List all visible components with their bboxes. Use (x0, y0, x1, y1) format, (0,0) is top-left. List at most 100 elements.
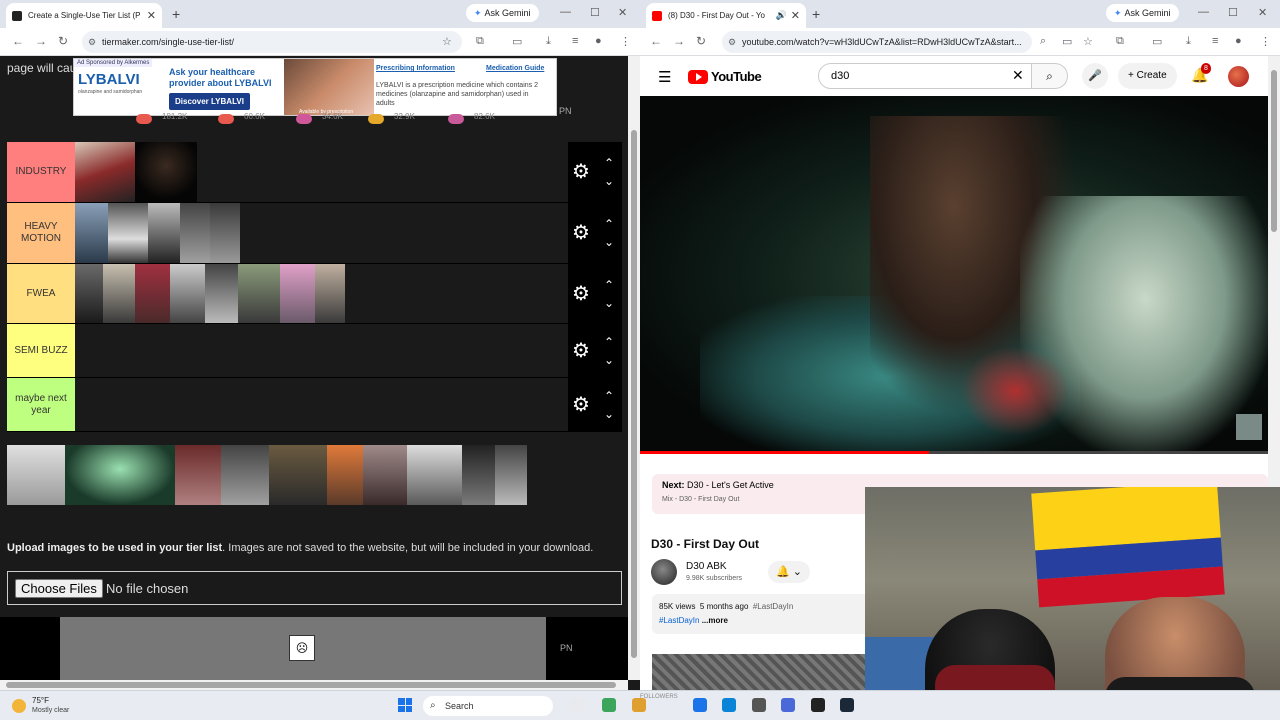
menu-kebab-icon[interactable]: ⋮ (1260, 35, 1271, 48)
tier-settings-gear-icon[interactable]: ⚙ (572, 340, 590, 362)
taskbar-app-icon[interactable] (570, 698, 584, 712)
bookmark-star-icon[interactable]: ☆ (442, 35, 452, 48)
tier-label[interactable]: HEAVY MOTION (7, 203, 75, 263)
channel-watermark[interactable] (1236, 414, 1262, 440)
minimize-icon[interactable]: — (1198, 6, 1209, 18)
clear-search-icon[interactable]: ✕ (1012, 67, 1024, 84)
google-lens-icon[interactable]: ⌕ (1040, 35, 1046, 48)
extensions-icon[interactable]: ⧉ (1116, 35, 1124, 48)
taskbar-search-box[interactable]: ⌕ Search (423, 696, 553, 716)
tier-items[interactable] (75, 264, 568, 323)
choose-files-button[interactable]: Choose Files (15, 579, 103, 598)
move-tier-down-icon[interactable]: ⌄ (604, 174, 614, 188)
youtube-logo[interactable]: YouTube (688, 69, 762, 84)
pool-item-image[interactable] (175, 445, 221, 505)
address-bar[interactable]: ⚙ youtube.com/watch?v=wH3ldUCwTzA&list=R… (722, 31, 1032, 53)
create-button[interactable]: + Create (1118, 63, 1177, 89)
new-tab-icon[interactable]: + (172, 6, 180, 22)
prescribing-info-link[interactable]: Prescribing Information (376, 65, 455, 72)
pool-item-image[interactable] (327, 445, 363, 505)
file-explorer-icon[interactable] (632, 698, 646, 712)
tier-item-image[interactable] (75, 264, 103, 323)
tier-item-image[interactable] (135, 142, 197, 202)
close-window-icon[interactable]: ✕ (1258, 6, 1267, 19)
address-bar[interactable]: ⚙ tiermaker.com/single-use-tier-list/ (82, 31, 462, 53)
tab-search-icon[interactable]: ▭ (512, 35, 522, 48)
close-tab-icon[interactable]: ✕ (147, 9, 156, 22)
related-video-thumbnail[interactable] (652, 654, 872, 690)
pool-item-image[interactable] (407, 445, 462, 505)
steam-app-icon[interactable] (840, 698, 854, 712)
reaction-emoji-icon[interactable] (218, 114, 234, 124)
advertisement-banner[interactable]: Ad Sponsored by Alkermes LYBALVI olanzap… (73, 58, 557, 116)
tier-item-image[interactable] (103, 264, 135, 323)
tier-items[interactable] (75, 203, 568, 263)
tier-item-image[interactable] (170, 264, 205, 323)
tier-settings-gear-icon[interactable]: ⚙ (572, 283, 590, 305)
tier-settings-gear-icon[interactable]: ⚙ (572, 222, 590, 244)
move-tier-up-icon[interactable]: ⌃ (604, 217, 614, 231)
site-info-icon[interactable]: ⚙ (88, 31, 96, 53)
site-info-icon[interactable]: ⚙ (728, 31, 736, 53)
pool-item-image[interactable] (65, 445, 175, 505)
tab-tiermaker[interactable]: Create a Single-Use Tier List (P ✕ (6, 3, 162, 28)
forward-icon[interactable]: → (673, 34, 685, 48)
reaction-emoji-icon[interactable] (136, 114, 152, 124)
video-description[interactable]: 85K views 5 months ago #LastDayIn #LastD… (652, 594, 882, 634)
tier-item-image[interactable] (75, 142, 135, 202)
channel-name[interactable]: D30 ABK (686, 561, 727, 572)
back-icon[interactable]: ← (650, 34, 662, 48)
tier-items[interactable] (75, 142, 568, 202)
move-tier-down-icon[interactable]: ⌄ (604, 296, 614, 310)
tier-item-image[interactable] (238, 264, 280, 323)
tier-items[interactable] (75, 378, 568, 431)
pool-item-image[interactable] (269, 445, 327, 505)
move-tier-up-icon[interactable]: ⌃ (604, 335, 614, 349)
maximize-icon[interactable]: ☐ (1228, 6, 1238, 19)
cast-icon[interactable]: ▭ (1062, 35, 1072, 48)
tier-item-image[interactable] (108, 203, 148, 263)
horizontal-scrollbar[interactable] (0, 680, 628, 690)
scroll-thumb[interactable] (6, 682, 616, 688)
download-icon[interactable]: ⤓ (546, 35, 551, 48)
hamburger-menu-icon[interactable]: ☰ (658, 68, 671, 86)
move-tier-down-icon[interactable]: ⌄ (604, 407, 614, 421)
pool-item-image[interactable] (363, 445, 407, 505)
move-tier-down-icon[interactable]: ⌄ (604, 235, 614, 249)
reload-icon[interactable]: ↻ (58, 34, 68, 48)
tier-label[interactable]: maybe next year (7, 378, 75, 431)
profile-avatar-icon[interactable]: ● (595, 35, 602, 47)
maximize-icon[interactable]: ☐ (590, 6, 600, 19)
channel-avatar[interactable] (651, 559, 677, 585)
taskbar-app-icon[interactable] (693, 698, 707, 712)
taskbar-app-icon[interactable] (722, 698, 736, 712)
tier-item-image[interactable] (75, 203, 108, 263)
unranked-image-pool[interactable] (7, 445, 527, 505)
obs-app-icon[interactable] (811, 698, 825, 712)
pool-item-image[interactable] (495, 445, 527, 505)
menu-kebab-icon[interactable]: ⋮ (620, 35, 631, 48)
youtube-search-input[interactable]: d30 (818, 63, 1032, 89)
reaction-emoji-icon[interactable] (296, 114, 312, 124)
tier-label[interactable]: INDUSTRY (7, 142, 75, 202)
reload-icon[interactable]: ↻ (696, 34, 706, 48)
vertical-scrollbar[interactable] (628, 56, 640, 680)
tier-item-image[interactable] (148, 203, 180, 263)
reaction-emoji-icon[interactable] (448, 114, 464, 124)
move-tier-down-icon[interactable]: ⌄ (604, 353, 614, 367)
new-tab-icon[interactable]: + (812, 6, 820, 22)
extensions-icon[interactable]: ⧉ (476, 35, 484, 48)
ad-cta-button[interactable]: Discover LYBALVI (169, 93, 250, 110)
windows-start-icon[interactable] (398, 698, 412, 712)
move-tier-up-icon[interactable]: ⌃ (604, 389, 614, 403)
scroll-thumb[interactable] (1271, 70, 1277, 232)
reaction-emoji-icon[interactable] (368, 114, 384, 124)
medication-guide-link[interactable]: Medication Guide (486, 65, 544, 72)
search-button[interactable]: ⌕ (1032, 63, 1068, 89)
taskbar-app-icon[interactable] (781, 698, 795, 712)
tier-settings-gear-icon[interactable]: ⚙ (572, 161, 590, 183)
scroll-thumb[interactable] (631, 130, 637, 658)
ask-gemini-button[interactable]: ✦ Ask Gemini (1106, 4, 1179, 22)
tier-label[interactable]: FWEA (7, 264, 75, 323)
back-icon[interactable]: ← (12, 34, 24, 48)
